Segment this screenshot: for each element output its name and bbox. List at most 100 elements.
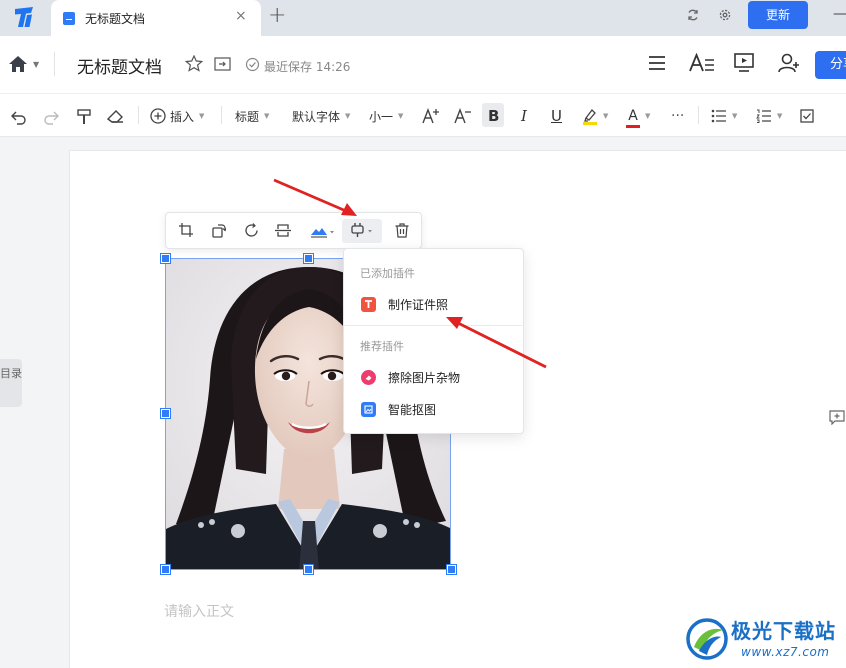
font-color-button[interactable]: A ▼ — [626, 106, 651, 128]
plugin-item-smart-cutout[interactable]: 智能抠图 — [344, 395, 523, 423]
chevron-down-icon: ▼ — [199, 112, 205, 120]
image-layout-icon[interactable] — [310, 223, 338, 238]
chevron-down-icon: ▼ — [732, 112, 738, 120]
decrease-font-size-icon[interactable] — [454, 106, 472, 126]
recommended-plugins-header: 推荐插件 — [360, 340, 404, 353]
font-color-glyph: A — [628, 108, 638, 124]
divider — [221, 106, 222, 124]
plugin-item-label: 智能抠图 — [388, 402, 437, 417]
settings-gear-icon[interactable] — [718, 8, 732, 22]
image-toolbar — [165, 212, 422, 249]
update-button[interactable]: 更新 — [748, 1, 808, 29]
plugin-dropdown-menu: 已添加插件 制作证件照 推荐插件 擦除图片杂物 智能抠图 — [343, 248, 524, 434]
window-minimize-button[interactable]: — — [833, 6, 846, 22]
add-circle-icon — [150, 108, 166, 124]
font-size-select[interactable]: 小一 ▼ — [369, 106, 403, 126]
chevron-down-icon: ▼ — [264, 112, 270, 120]
divider — [54, 52, 55, 76]
paragraph-style-select[interactable]: 标题 ▼ — [235, 106, 269, 126]
presentation-icon[interactable] — [734, 53, 754, 73]
plugin-icon[interactable] — [350, 223, 378, 238]
flip-icon[interactable] — [275, 223, 291, 238]
undo-icon[interactable] — [11, 106, 27, 126]
redo-icon[interactable] — [43, 106, 59, 126]
save-status: 最近保存 14:26 — [264, 60, 351, 74]
document-icon — [63, 12, 75, 25]
app-logo-icon[interactable] — [13, 6, 37, 28]
paragraph-style-label: 标题 — [235, 109, 260, 124]
resize-handle-bottom[interactable] — [303, 564, 314, 575]
erase-icon — [361, 369, 376, 385]
italic-button[interactable]: I — [521, 106, 527, 126]
text-format-icon[interactable] — [689, 53, 715, 73]
font-family-label: 默认字体 — [292, 109, 341, 124]
tab-close-icon[interactable]: × — [235, 8, 247, 24]
chevron-down-icon: ▼ — [398, 112, 404, 120]
site-watermark: 极光下载站 www.xz7.com — [685, 613, 845, 668]
added-plugins-header: 已添加插件 — [360, 267, 415, 280]
insert-label: 插入 — [170, 109, 195, 124]
rotate-right-icon[interactable] — [244, 223, 259, 238]
format-painter-icon[interactable] — [76, 106, 92, 126]
new-tab-icon[interactable]: + — [268, 3, 286, 28]
delete-icon[interactable] — [395, 223, 409, 238]
home-icon[interactable] — [8, 55, 28, 73]
highlighter-icon — [583, 109, 597, 125]
underline-button[interactable]: U — [551, 106, 562, 126]
divider — [698, 106, 699, 124]
star-icon[interactable] — [185, 55, 203, 72]
chevron-down-icon: ▼ — [603, 112, 609, 120]
plugin-item-label: 擦除图片杂物 — [388, 370, 461, 385]
plugin-item-id-photo[interactable]: 制作证件照 — [344, 290, 523, 318]
numbered-list-icon — [756, 109, 771, 123]
chevron-down-icon: ▼ — [645, 112, 651, 120]
crop-icon[interactable] — [179, 223, 193, 237]
watermark-title: 极光下载站 — [731, 619, 836, 643]
bullet-list-icon — [711, 109, 726, 123]
move-to-folder-icon[interactable] — [214, 57, 231, 71]
add-collaborator-icon[interactable] — [778, 53, 800, 73]
format-toolbar: 插入 ▼ 标题 ▼ 默认字体 ▼ 小一 ▼ B I U ▼ A ▼ ··· ▼ … — [0, 94, 846, 137]
add-comment-icon[interactable] — [829, 410, 845, 425]
resize-handle-bottom-left[interactable] — [160, 564, 171, 575]
checklist-icon[interactable] — [800, 106, 815, 126]
divider — [344, 325, 523, 326]
highlight-color-button[interactable]: ▼ — [582, 106, 608, 126]
cutout-icon — [361, 401, 376, 417]
share-button[interactable]: 分享 — [815, 51, 846, 79]
increase-font-size-icon[interactable] — [422, 106, 440, 126]
insert-menu[interactable]: 插入 ▼ — [150, 106, 204, 126]
font-size-label: 小一 — [369, 109, 394, 124]
menu-icon[interactable] — [648, 55, 666, 71]
bold-button[interactable]: B — [488, 106, 499, 126]
watermark-logo-icon — [686, 618, 728, 660]
id-photo-icon — [361, 296, 376, 312]
sync-icon[interactable] — [686, 8, 700, 22]
document-title[interactable]: 无标题文档 — [77, 53, 162, 78]
chevron-down-icon[interactable]: ▼ — [33, 60, 39, 69]
resize-handle-left[interactable] — [160, 408, 171, 419]
body-placeholder[interactable]: 请输入正文 — [164, 601, 234, 621]
eraser-icon[interactable] — [106, 106, 124, 126]
numbered-list-button[interactable]: ▼ — [756, 106, 782, 126]
chevron-down-icon: ▼ — [345, 112, 351, 120]
divider — [138, 106, 139, 124]
font-family-select[interactable]: 默认字体 ▼ — [292, 106, 350, 126]
resize-handle-top-left[interactable] — [160, 253, 171, 264]
rotate-left-icon[interactable] — [211, 223, 226, 238]
tab-title: 无标题文档 — [85, 12, 146, 26]
saved-check-icon — [245, 57, 260, 72]
resize-handle-bottom-right[interactable] — [446, 564, 457, 575]
plugin-item-erase-objects[interactable]: 擦除图片杂物 — [344, 363, 523, 391]
resize-handle-top[interactable] — [303, 253, 314, 264]
plugin-item-label: 制作证件照 — [388, 297, 449, 312]
table-of-contents-tab[interactable]: 目录 — [0, 359, 22, 407]
more-icon[interactable]: ··· — [671, 106, 684, 126]
tab-bar: 无标题文档 × + 更新 — — [0, 0, 846, 36]
tab-document[interactable]: 无标题文档 × — [51, 0, 261, 36]
document-header: ▼ 无标题文档 最近保存 14:26 分享 — [0, 36, 846, 94]
chevron-down-icon: ▼ — [777, 112, 783, 120]
bullet-list-button[interactable]: ▼ — [711, 106, 737, 126]
watermark-url: www.xz7.com — [741, 645, 830, 659]
font-color-bar — [626, 125, 640, 128]
